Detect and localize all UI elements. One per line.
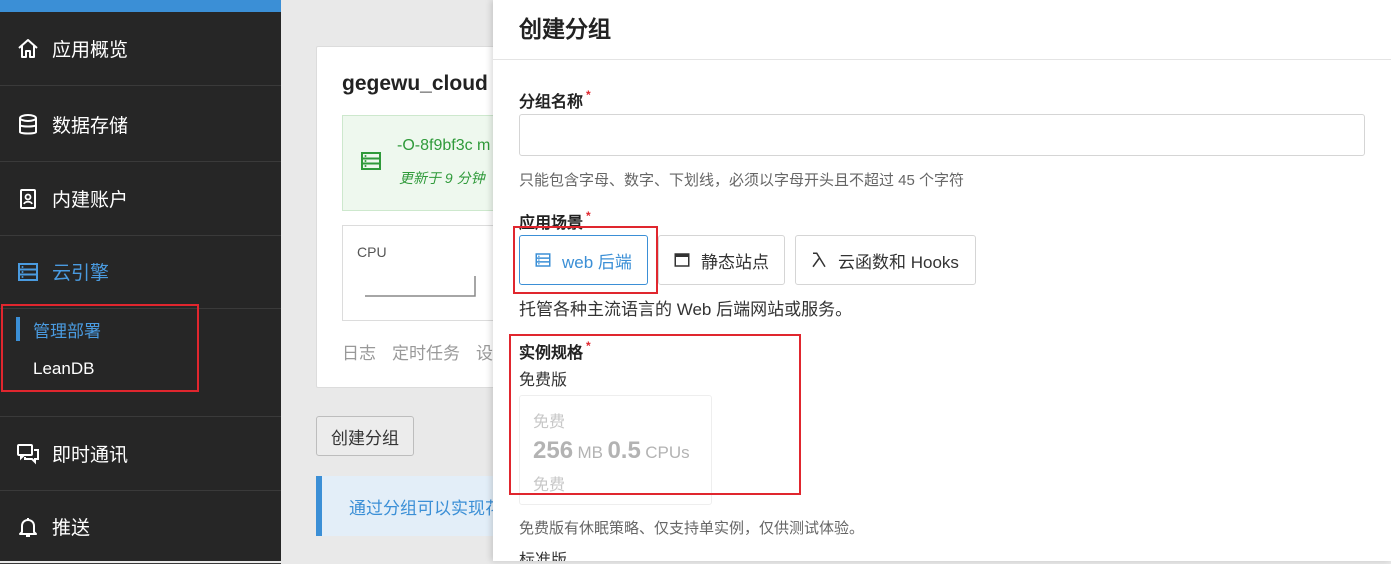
sidebar-item-label: 数据存储 bbox=[52, 116, 129, 137]
database-icon bbox=[16, 113, 40, 137]
user-card-icon bbox=[16, 187, 40, 211]
drawer-title: 创建分组 bbox=[519, 16, 611, 42]
required-mark: * bbox=[586, 88, 591, 102]
group-name-label-text: 分组名称 bbox=[519, 94, 584, 111]
bell-icon bbox=[16, 515, 40, 539]
scene-cloud-functions-button[interactable]: 云函数和 Hooks bbox=[795, 235, 976, 285]
free-plan-note: 免费版有休眠策略、仅支持单实例，仅供测试体验。 bbox=[519, 520, 865, 537]
cpu-sparkline bbox=[365, 276, 476, 297]
card-title: gegewu_cloud bbox=[342, 72, 488, 95]
sidebar: 应用概览 数据存储 内建账户 云引擎 管理部署 LeanDB 即时通讯 推送 bbox=[0, 0, 281, 564]
tab-logs[interactable]: 日志 bbox=[342, 344, 376, 363]
scene-label: 云函数和 Hooks bbox=[838, 252, 959, 272]
cpu-panel bbox=[342, 225, 494, 321]
server-icon bbox=[359, 149, 383, 178]
highlight-box-subnav bbox=[1, 304, 199, 392]
highlight-box-spec bbox=[509, 334, 801, 495]
lambda-icon bbox=[810, 251, 828, 269]
sidebar-item-push[interactable]: 推送 bbox=[0, 490, 281, 564]
group-name-hint: 只能包含字母、数字、下划线，必须以字母开头且不超过 45 个字符 bbox=[519, 172, 965, 189]
required-mark: * bbox=[586, 209, 591, 223]
sidebar-item-label: 推送 bbox=[52, 518, 91, 539]
sidebar-item-label: 云引擎 bbox=[52, 263, 110, 284]
cpu-label: CPU bbox=[357, 244, 387, 260]
group-tabs: 日志 定时任务设 bbox=[342, 339, 509, 364]
group-name-input[interactable] bbox=[519, 114, 1365, 156]
highlight-box-scene bbox=[513, 226, 658, 294]
home-icon bbox=[16, 37, 40, 61]
scene-description: 托管各种主流语言的 Web 后端网站或服务。 bbox=[519, 300, 853, 319]
browser-window-icon bbox=[673, 251, 691, 269]
group-card bbox=[316, 46, 518, 388]
sidebar-item-label: 应用概览 bbox=[52, 40, 129, 61]
group-id[interactable]: -O-8f9bf3c m bbox=[397, 137, 490, 155]
sidebar-item-data-storage[interactable]: 数据存储 bbox=[0, 88, 281, 162]
sidebar-item-label: 即时通讯 bbox=[52, 445, 129, 466]
sidebar-item-cloud-engine[interactable]: 云引擎 bbox=[0, 235, 281, 309]
scene-static-site-button[interactable]: 静态站点 bbox=[658, 235, 785, 285]
tab-settings[interactable]: 设 bbox=[476, 344, 493, 363]
scene-label: 静态站点 bbox=[701, 252, 769, 272]
sidebar-item-im[interactable]: 即时通讯 bbox=[0, 417, 281, 491]
updated-time: 更新于 9 分钟 bbox=[399, 170, 485, 186]
standard-tier-label: 标准版 bbox=[519, 552, 568, 561]
sidebar-item-overview[interactable]: 应用概览 bbox=[0, 12, 281, 86]
sidebar-item-label: 内建账户 bbox=[52, 190, 129, 211]
sidebar-accent-bar bbox=[0, 0, 281, 12]
divider bbox=[493, 59, 1391, 60]
server-icon bbox=[16, 260, 40, 284]
group-name-label: 分组名称 * bbox=[519, 88, 591, 112]
tab-cron[interactable]: 定时任务 bbox=[392, 344, 460, 363]
chat-icon bbox=[16, 442, 40, 466]
info-text: 通过分组可以实现花 bbox=[349, 499, 502, 518]
create-group-button[interactable]: 创建分组 bbox=[316, 416, 414, 456]
sidebar-item-accounts[interactable]: 内建账户 bbox=[0, 162, 281, 236]
